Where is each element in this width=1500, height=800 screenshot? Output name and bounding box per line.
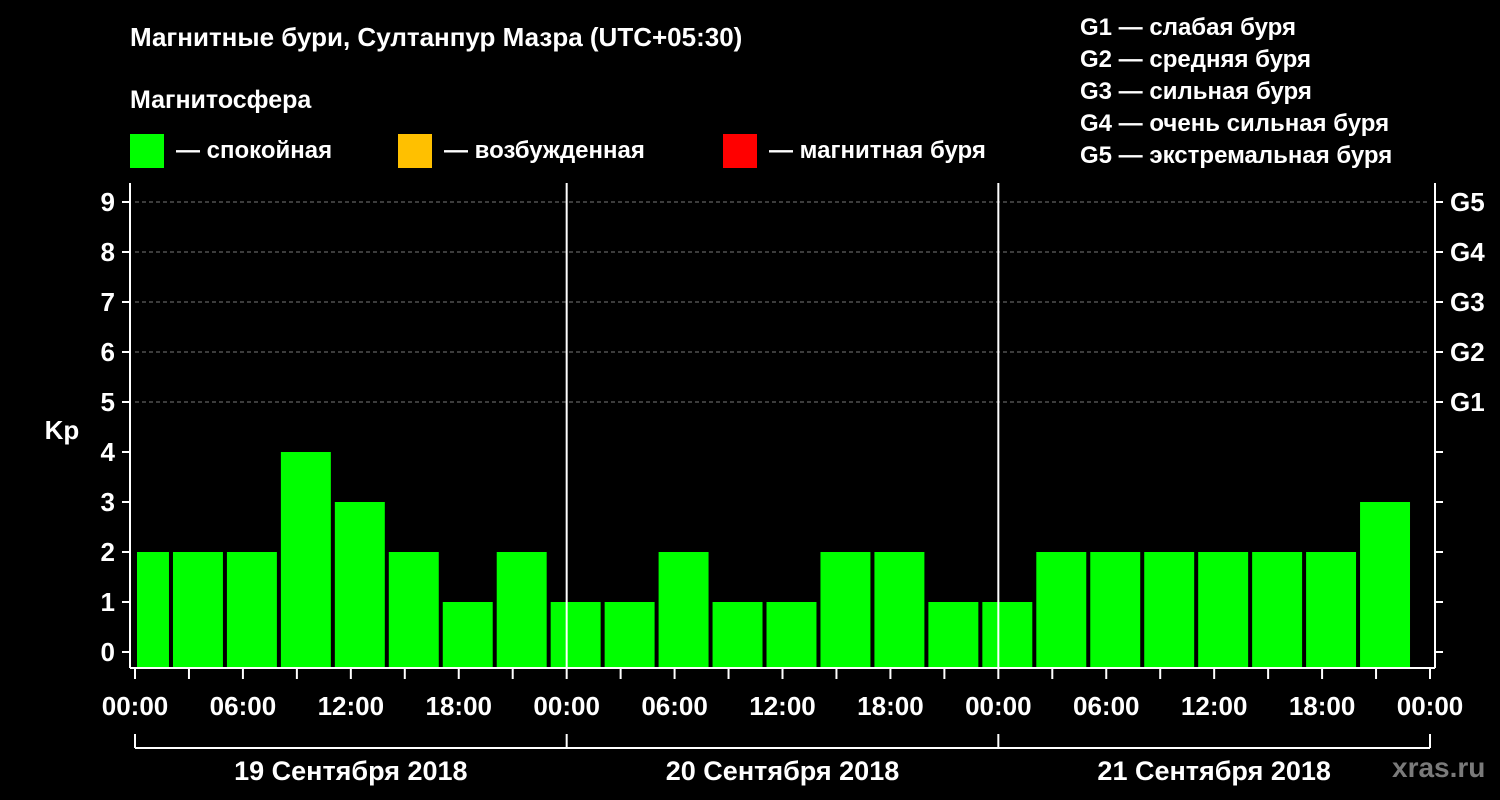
bar-3 (280, 452, 331, 668)
x-tick-label-11: 18:00 (1289, 691, 1356, 721)
y-tick-label-4: 4 (101, 437, 116, 467)
x-tick-label-1: 06:00 (210, 691, 277, 721)
bar-15 (928, 602, 979, 668)
day-label-2: 21 Сентября 2018 (1097, 756, 1330, 786)
y-tick-label-9: 9 (101, 187, 115, 217)
y-tick-label-3: 3 (101, 487, 115, 517)
bar-2 (226, 552, 277, 668)
x-tick-label-8: 00:00 (965, 691, 1032, 721)
x-tick-label-9: 06:00 (1073, 691, 1140, 721)
y-tick-label-7: 7 (101, 287, 115, 317)
y-axis-label: Kp (45, 415, 80, 445)
bar-1 (172, 552, 223, 668)
x-tick-label-10: 12:00 (1181, 691, 1248, 721)
right-axis-label-G4: G4 (1450, 237, 1485, 267)
x-tick-label-3: 18:00 (426, 691, 493, 721)
bar-0 (137, 552, 169, 668)
watermark: xras.ru (1392, 752, 1486, 783)
bar-17 (1036, 552, 1087, 668)
x-tick-label-7: 18:00 (857, 691, 924, 721)
day-label-0: 19 Сентября 2018 (234, 756, 467, 786)
x-tick-label-4: 00:00 (533, 691, 600, 721)
bar-23 (1360, 502, 1411, 668)
bar-20 (1198, 552, 1249, 668)
day-label-1: 20 Сентября 2018 (666, 756, 899, 786)
bar-13 (820, 552, 871, 668)
bar-6 (442, 602, 493, 668)
bar-16 (982, 602, 1033, 668)
x-tick-label-5: 06:00 (641, 691, 708, 721)
y-tick-label-5: 5 (101, 387, 115, 417)
x-tick-label-2: 12:00 (318, 691, 385, 721)
bar-14 (874, 552, 925, 668)
x-tick-label-0: 00:00 (102, 691, 169, 721)
bar-10 (658, 552, 709, 668)
y-tick-label-8: 8 (101, 237, 115, 267)
y-tick-label-0: 0 (101, 637, 115, 667)
right-axis-label-G5: G5 (1450, 187, 1485, 217)
x-tick-label-12: 00:00 (1397, 691, 1464, 721)
bar-5 (388, 552, 439, 668)
right-axis-label-G1: G1 (1450, 387, 1485, 417)
y-tick-label-6: 6 (101, 337, 115, 367)
kp-chart: 0 1 2 3 4 5 6 7 8 9 G1 G2 G3 G4 G5 Kp 00:00 06:00 12:00 18:… (45, 183, 1485, 786)
bar-8 (550, 602, 601, 668)
bar-7 (496, 552, 547, 668)
bar-9 (604, 602, 655, 668)
bar-22 (1306, 552, 1357, 668)
bar-19 (1144, 552, 1195, 668)
bar-21 (1252, 552, 1303, 668)
bar-11 (712, 602, 763, 668)
x-tick-label-6: 12:00 (749, 691, 816, 721)
y-tick-label-2: 2 (101, 537, 115, 567)
bar-18 (1090, 552, 1141, 668)
right-axis-label-G3: G3 (1450, 287, 1485, 317)
bar-4 (334, 502, 385, 668)
y-tick-label-1: 1 (101, 587, 115, 617)
right-axis-label-G2: G2 (1450, 337, 1485, 367)
bar-12 (766, 602, 817, 668)
